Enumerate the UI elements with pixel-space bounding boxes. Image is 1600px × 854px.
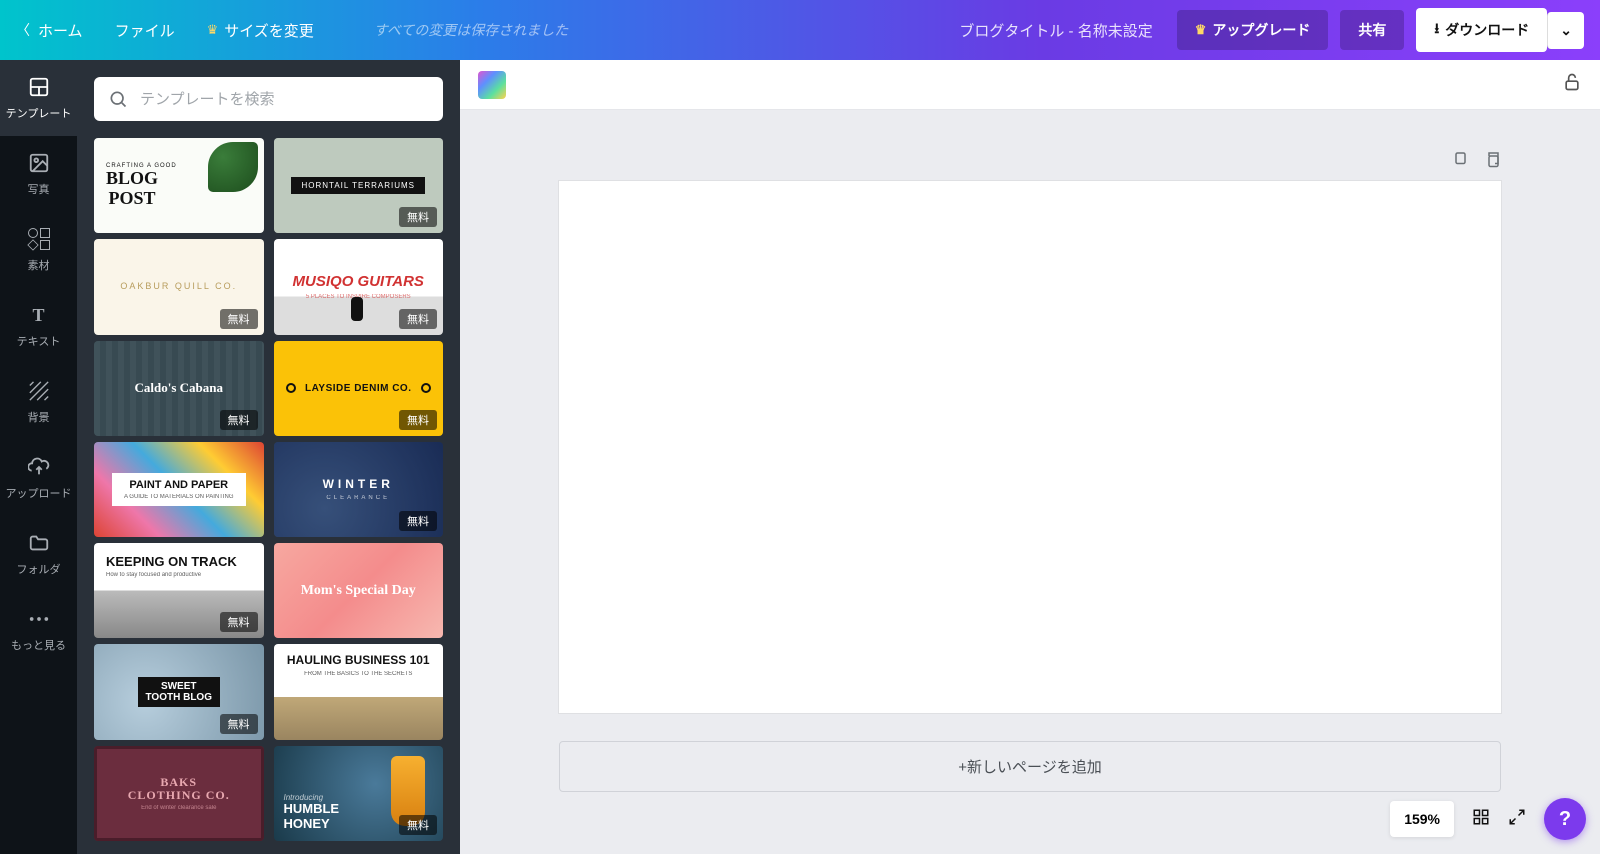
sidebar-label: もっと見る	[11, 637, 66, 653]
sidebar-tab-photos[interactable]: 写真	[0, 136, 77, 212]
resize-label: サイズを変更	[224, 20, 314, 41]
download-label: ダウンロード	[1445, 20, 1529, 40]
free-badge: 無料	[399, 207, 437, 227]
template-card[interactable]: OAKBUR QUILL CO.無料	[94, 239, 264, 334]
download-icon: ⭳	[1434, 18, 1439, 42]
home-label: ホーム	[38, 20, 83, 41]
sidebar-tab-templates[interactable]: テンプレート	[0, 60, 77, 136]
more-icon	[27, 607, 51, 631]
upload-icon	[27, 455, 51, 479]
grid-view-button[interactable]	[1472, 808, 1490, 831]
resize-menu[interactable]: ♛ サイズを変更	[207, 20, 314, 41]
lock-icon	[1562, 72, 1582, 92]
template-card[interactable]: KEEPING ON TRACKHow to stay focused and …	[94, 543, 264, 638]
download-dropdown[interactable]: ⌄	[1547, 12, 1584, 49]
top-bar: 〈 ホーム ファイル ♛ サイズを変更 すべての変更は保存されました ブログタイ…	[0, 0, 1600, 60]
upgrade-label: アップグレード	[1212, 20, 1310, 40]
free-badge: 無料	[220, 309, 258, 329]
sidebar-label: 背景	[28, 409, 50, 425]
sidebar-label: 写真	[28, 181, 50, 197]
template-card[interactable]: HORNTAIL TERRARIUMS無料	[274, 138, 444, 233]
templates-panel: CRAFTING A GOODBLOG POSTHORNTAIL TERRARI…	[77, 60, 460, 854]
template-card[interactable]: Mom's Special Day	[274, 543, 444, 638]
sidebar-tab-more[interactable]: もっと見る	[0, 592, 77, 668]
add-page-button[interactable]: +新しいページを追加	[559, 741, 1501, 792]
topbar-left: 〈 ホーム ファイル ♛ サイズを変更 すべての変更は保存されました	[16, 20, 568, 41]
sidebar-tab-text[interactable]: T テキスト	[0, 288, 77, 364]
folder-icon	[27, 531, 51, 555]
main: テンプレート 写真 素材 T テキスト 背景	[0, 60, 1600, 854]
sidebar-tab-elements[interactable]: 素材	[0, 212, 77, 288]
file-menu[interactable]: ファイル	[115, 20, 175, 41]
grid-icon	[1472, 808, 1490, 826]
zoom-level[interactable]: 159%	[1390, 801, 1454, 837]
canvas-toolbar	[460, 60, 1600, 110]
sidebar-label: アップロード	[6, 485, 72, 501]
search-icon	[108, 89, 128, 109]
help-button[interactable]: ?	[1544, 798, 1586, 840]
topbar-right: ブログタイトル - 名称未設定 ♛ アップグレード 共有 ⭳ ダウンロード ⌄	[959, 8, 1584, 52]
home-button[interactable]: 〈 ホーム	[16, 20, 83, 41]
download-button[interactable]: ⭳ ダウンロード	[1416, 8, 1547, 52]
chevron-left-icon: 〈	[16, 20, 30, 40]
elements-icon	[27, 227, 51, 251]
sidebar-tab-folders[interactable]: フォルダ	[0, 516, 77, 592]
fullscreen-button[interactable]	[1508, 808, 1526, 831]
search-input[interactable]	[140, 91, 429, 108]
template-card[interactable]: BAKS CLOTHING CO.End of winter clearance…	[94, 746, 264, 841]
text-icon: T	[27, 303, 51, 327]
copy-page-button[interactable]	[1453, 150, 1471, 173]
search-wrap	[77, 60, 460, 138]
chevron-down-icon: ⌄	[1560, 22, 1572, 39]
crown-icon: ♛	[1195, 22, 1207, 38]
help-icon: ?	[1559, 808, 1571, 831]
share-button[interactable]: 共有	[1340, 10, 1404, 50]
sidebar-label: 素材	[28, 257, 50, 273]
free-badge: 無料	[220, 410, 258, 430]
templates-icon	[27, 75, 51, 99]
search-box[interactable]	[94, 77, 443, 121]
document-title[interactable]: ブログタイトル - 名称未設定	[959, 20, 1152, 41]
page-actions	[559, 150, 1501, 173]
sidebar-tab-uploads[interactable]: アップロード	[0, 440, 77, 516]
color-swatch-button[interactable]	[478, 71, 506, 99]
lock-button[interactable]	[1562, 72, 1582, 97]
canvas-area: +新しいページを追加 159% ?	[460, 60, 1600, 854]
canvas-scroll[interactable]: +新しいページを追加	[460, 110, 1600, 854]
sidebar: テンプレート 写真 素材 T テキスト 背景	[0, 60, 77, 854]
background-icon	[27, 379, 51, 403]
sidebar-label: テキスト	[17, 333, 61, 349]
template-card[interactable]: WINTERCLEARANCE無料	[274, 442, 444, 537]
template-card[interactable]: CRAFTING A GOODBLOG POST	[94, 138, 264, 233]
sidebar-label: フォルダ	[17, 561, 61, 577]
upgrade-button[interactable]: ♛ アップグレード	[1177, 10, 1329, 50]
save-status: すべての変更は保存されました	[374, 20, 568, 40]
template-card[interactable]: MUSIQO GUITARS5 PLACES TO INSPIRE COMPOS…	[274, 239, 444, 334]
sidebar-label: テンプレート	[6, 105, 72, 121]
free-badge: 無料	[399, 309, 437, 329]
free-badge: 無料	[399, 410, 437, 430]
template-card[interactable]: LAYSIDE DENIM CO.無料	[274, 341, 444, 436]
duplicate-page-button[interactable]	[1483, 150, 1501, 173]
canvas-page[interactable]	[559, 181, 1501, 713]
free-badge: 無料	[220, 714, 258, 734]
copy-icon	[1453, 150, 1471, 168]
bottom-bar: 159% ?	[1390, 798, 1586, 840]
photos-icon	[27, 151, 51, 175]
free-badge: 無料	[220, 612, 258, 632]
free-badge: 無料	[399, 511, 437, 531]
template-card[interactable]: HAULING BUSINESS 101FROM THE BASICS TO T…	[274, 644, 444, 739]
templates-grid[interactable]: CRAFTING A GOODBLOG POSTHORNTAIL TERRARI…	[77, 138, 460, 854]
sidebar-tab-background[interactable]: 背景	[0, 364, 77, 440]
template-card[interactable]: IntroducingHUMBLE HONEY無料	[274, 746, 444, 841]
crown-icon: ♛	[207, 22, 219, 38]
template-card[interactable]: SWEET TOOTH BLOG無料	[94, 644, 264, 739]
duplicate-icon	[1483, 150, 1501, 168]
free-badge: 無料	[399, 815, 437, 835]
expand-icon	[1508, 808, 1526, 826]
template-card[interactable]: Caldo's Cabana無料	[94, 341, 264, 436]
template-card[interactable]: PAINT AND PAPERA GUIDE TO MATERIALS ON P…	[94, 442, 264, 537]
